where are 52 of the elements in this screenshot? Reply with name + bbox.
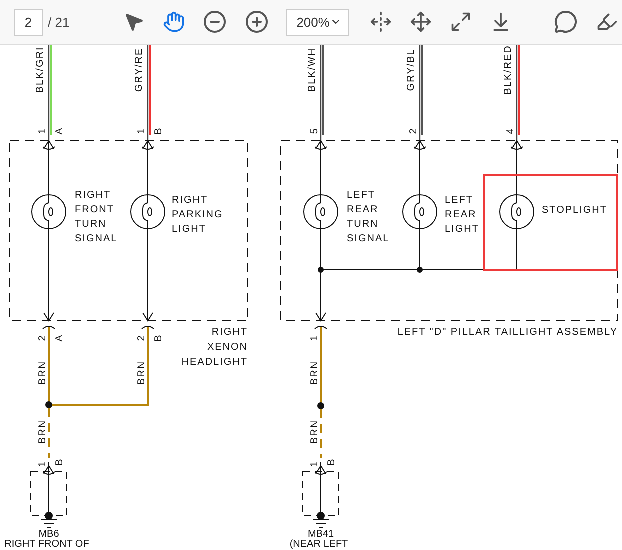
ground-wire xyxy=(48,408,50,458)
ground-location: (NEAR LEFT xyxy=(290,539,348,550)
wire-label: GRY/BL xyxy=(406,48,417,92)
pin-label: 1 xyxy=(310,460,321,468)
ground-code: MB6 xyxy=(38,529,60,540)
comment-icon[interactable] xyxy=(554,10,578,34)
zoom-in-icon[interactable] xyxy=(244,10,269,34)
wire-label: BRN xyxy=(136,360,148,386)
ground-code: MB41 xyxy=(308,529,334,540)
lamp-label: RIGHT PARKING LIGHT xyxy=(172,195,224,235)
pin-label: B xyxy=(326,458,338,466)
pin-label: 2 xyxy=(408,128,420,134)
pin-label: 1 xyxy=(38,460,49,468)
expand-icon[interactable] xyxy=(450,11,472,33)
wire-label: BLK/GRI xyxy=(35,46,46,94)
pin-label: A xyxy=(54,127,66,135)
wire-label: BLK/RED xyxy=(503,45,514,95)
pin-label: 1 xyxy=(38,128,49,134)
page-number-field[interactable]: 2 xyxy=(14,8,43,36)
pin-label: B xyxy=(54,458,66,466)
fit-width-icon[interactable] xyxy=(370,11,392,33)
ground-wire xyxy=(320,409,322,458)
wire-label: BRN xyxy=(38,360,49,386)
assembly-label: RIGHT XENON HEADLIGHT xyxy=(182,327,248,368)
pin-label: A xyxy=(54,334,66,342)
lamp-label: RIGHT FRONT TURN SIGNAL xyxy=(75,190,118,244)
wire-label: GRY/RE xyxy=(134,48,145,92)
pin-label: 1 xyxy=(136,128,148,134)
zoom-out-icon[interactable] xyxy=(202,10,227,34)
pin-label: 1 xyxy=(310,334,321,342)
pin-label: B xyxy=(154,127,165,135)
pin-label: 2 xyxy=(136,334,148,342)
assembly-label: LEFT "D" PILLAR TAILLIGHT ASSEMBLY xyxy=(398,327,618,338)
move-icon[interactable] xyxy=(410,11,432,33)
highlighter-icon[interactable] xyxy=(596,11,618,33)
ground-location: RIGHT FRONT OF xyxy=(4,539,90,550)
page-count: / 21 xyxy=(48,14,70,30)
pin-label: 5 xyxy=(310,128,321,134)
junction-dot xyxy=(318,402,324,410)
pin-label: B xyxy=(154,334,165,342)
pin-label: 4 xyxy=(506,128,517,134)
zoom-dropdown[interactable]: 200% xyxy=(286,8,349,36)
wire-label: BLK/WH xyxy=(307,48,318,92)
lamp-label: STOPLIGHT xyxy=(542,205,608,216)
wire-label: BRN xyxy=(310,420,321,444)
pin-label: 2 xyxy=(38,334,49,342)
lamp-label: LEFT REAR TURN SIGNAL xyxy=(347,190,390,244)
wire-label: BRN xyxy=(310,360,321,386)
junction-dot xyxy=(46,402,52,408)
wire-label: BRN xyxy=(38,420,49,444)
lamp-label: LEFT REAR LIGHT xyxy=(445,195,480,235)
hand-icon[interactable] xyxy=(162,11,185,33)
